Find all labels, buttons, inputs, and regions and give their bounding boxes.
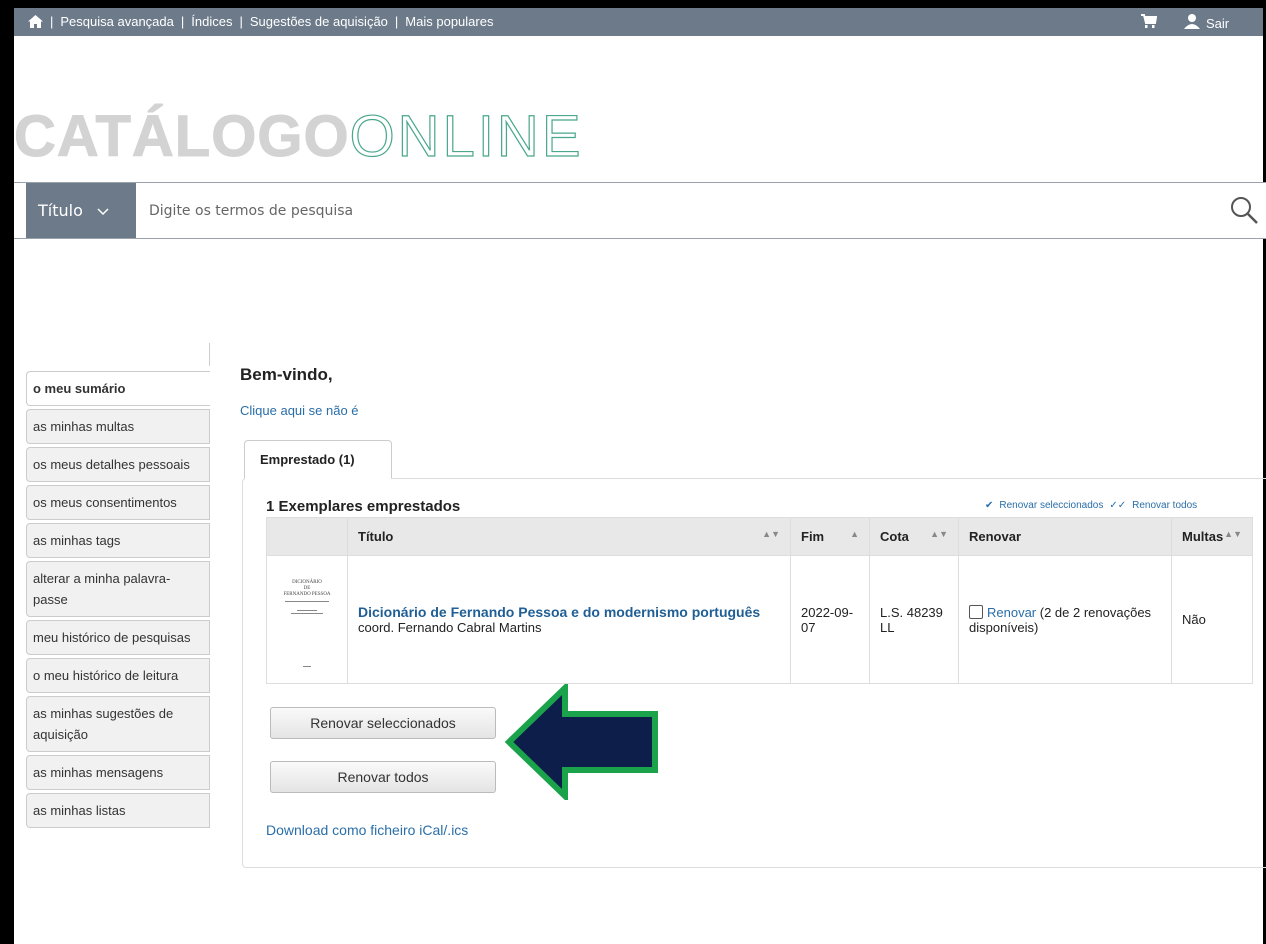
- sidebar-item-fines[interactable]: as minhas multas: [26, 409, 210, 444]
- sidebar-item-summary[interactable]: o meu sumário: [26, 371, 210, 406]
- sidebar-item-purchase-suggestions[interactable]: as minhas sugestões de aquisição: [26, 696, 210, 752]
- cover-decoration: [285, 600, 329, 602]
- search-input[interactable]: [149, 183, 1199, 238]
- screenshot-frame-top: [0, 0, 1266, 8]
- sidebar-item-reading-history[interactable]: o meu histórico de leitura: [26, 658, 210, 693]
- top-nav: | Pesquisa avançada | Índices | Sugestõe…: [28, 14, 493, 29]
- sidebar-item-messages[interactable]: as minhas mensagens: [26, 755, 210, 790]
- top-navigation-bar: | Pesquisa avançada | Índices | Sugestõe…: [14, 8, 1263, 36]
- nav-separator: |: [180, 14, 185, 29]
- search-index-select[interactable]: Título: [26, 183, 136, 238]
- double-check-icon: ✓✓: [1109, 500, 1127, 511]
- screenshot-frame-left: [0, 0, 14, 944]
- column-title-label: Título: [358, 529, 394, 544]
- column-due-label: Fim: [801, 529, 825, 544]
- fines-cell: Não: [1171, 555, 1253, 684]
- logo-thin-text: ONLINE: [349, 104, 584, 169]
- book-author: coord. Fernando Cabral Martins: [358, 620, 542, 635]
- column-header-title[interactable]: Título ▲▼: [347, 517, 791, 556]
- cover-decoration: [297, 609, 317, 611]
- nav-most-popular[interactable]: Mais populares: [405, 14, 493, 29]
- column-header-fines[interactable]: Multas ▲▼: [1171, 517, 1253, 556]
- search-icon[interactable]: [1229, 195, 1259, 228]
- sidebar-item-tags[interactable]: as minhas tags: [26, 523, 210, 558]
- cart-icon[interactable]: [1141, 14, 1158, 32]
- cover-cell: DICIONÁRIO DE FERNANDO PESSOA: [266, 555, 348, 684]
- download-ical-link[interactable]: Download como ficheiro iCal/.ics: [266, 822, 468, 838]
- logout-link[interactable]: Sair: [1184, 14, 1229, 32]
- arrow-left-icon: [505, 684, 658, 800]
- sidebar-item-lists[interactable]: as minhas listas: [26, 793, 210, 828]
- sidebar-item-change-password[interactable]: alterar a minha palavra-passe: [26, 561, 210, 617]
- nav-separator: |: [50, 14, 54, 29]
- check-icon: ✔: [985, 500, 994, 511]
- account-sidebar: o meu sumário as minhas multas os meus d…: [26, 343, 210, 831]
- renew-item-link[interactable]: Renovar: [987, 605, 1036, 620]
- chevron-down-icon: [97, 201, 109, 220]
- nav-indexes[interactable]: Índices: [191, 14, 232, 29]
- book-cover-image[interactable]: DICIONÁRIO DE FERNANDO PESSOA: [278, 570, 336, 670]
- renew-selected-link[interactable]: Renovar seleccionados: [999, 500, 1103, 511]
- checkouts-table: Título ▲▼ Fim ▲ Cota ▲▼ Renovar Multas ▲▼ DI…: [266, 517, 1253, 684]
- renew-selected-button[interactable]: Renovar seleccionados: [270, 707, 496, 739]
- renew-checkbox[interactable]: [969, 604, 983, 619]
- nav-acquisition-suggestions[interactable]: Sugestões de aquisição: [250, 14, 388, 29]
- column-header-due[interactable]: Fim ▲: [790, 517, 870, 556]
- tab-checked-out[interactable]: Emprestado (1): [244, 440, 392, 479]
- sort-icon: ▲▼: [1224, 529, 1242, 539]
- search-index-label: Título: [38, 201, 83, 220]
- cover-decoration: [303, 665, 311, 667]
- sort-icon: ▲▼: [762, 529, 780, 539]
- sort-icon: ▲▼: [930, 529, 948, 539]
- sidebar-item-consents[interactable]: os meus consentimentos: [26, 485, 210, 520]
- column-header-renew: Renovar: [958, 517, 1172, 556]
- table-row: DICIONÁRIO DE FERNANDO PESSOA Dicionário…: [266, 555, 1253, 684]
- renew-all-link[interactable]: Renovar todos: [1132, 500, 1197, 511]
- title-cell: Dicionário de Fernando Pessoa e do moder…: [347, 555, 791, 684]
- column-call-number-label: Cota: [880, 529, 909, 544]
- cover-decoration: [291, 612, 323, 614]
- due-date-cell: 2022-09-07: [790, 555, 870, 684]
- nav-separator: |: [239, 14, 243, 29]
- column-header-cover: [266, 517, 348, 556]
- renew-all-button[interactable]: Renovar todos: [270, 761, 496, 793]
- catalog-logo[interactable]: CATÁLOGOONLINE: [14, 104, 584, 169]
- sort-ascending-icon: ▲: [850, 529, 859, 539]
- user-icon: [1184, 14, 1200, 32]
- table-header-row: Título ▲▼ Fim ▲ Cota ▲▼ Renovar Multas ▲▼: [266, 517, 1253, 556]
- welcome-heading: Bem-vindo,: [240, 365, 333, 384]
- column-fines-label: Multas: [1182, 529, 1224, 544]
- book-title-link[interactable]: Dicionário de Fernando Pessoa e do moder…: [358, 604, 760, 620]
- nav-separator: |: [394, 14, 399, 29]
- home-icon[interactable]: [28, 15, 43, 28]
- checkouts-heading: 1 Exemplares emprestados: [266, 498, 461, 515]
- not-you-link[interactable]: Clique aqui se não é: [240, 403, 359, 418]
- nav-advanced-search[interactable]: Pesquisa avançada: [60, 14, 173, 29]
- logo-bold-text: CATÁLOGO: [14, 104, 350, 169]
- call-number-cell: L.S. 48239 LL: [869, 555, 959, 684]
- sidebar-item-personal-details[interactable]: os meus detalhes pessoais: [26, 447, 210, 482]
- sidebar-item-search-history[interactable]: meu histórico de pesquisas: [26, 620, 210, 655]
- cover-text-line: FERNANDO PESSOA: [283, 591, 331, 597]
- column-renew-label: Renovar: [969, 529, 1022, 544]
- renew-links: ✔ Renovar seleccionados ✓✓ Renovar todos: [985, 500, 1197, 511]
- search-bar: Título: [14, 182, 1266, 239]
- renew-cell: Renovar (2 de 2 renovações disponíveis): [958, 555, 1172, 684]
- column-header-call-number[interactable]: Cota ▲▼: [869, 517, 959, 556]
- logout-label: Sair: [1206, 15, 1230, 31]
